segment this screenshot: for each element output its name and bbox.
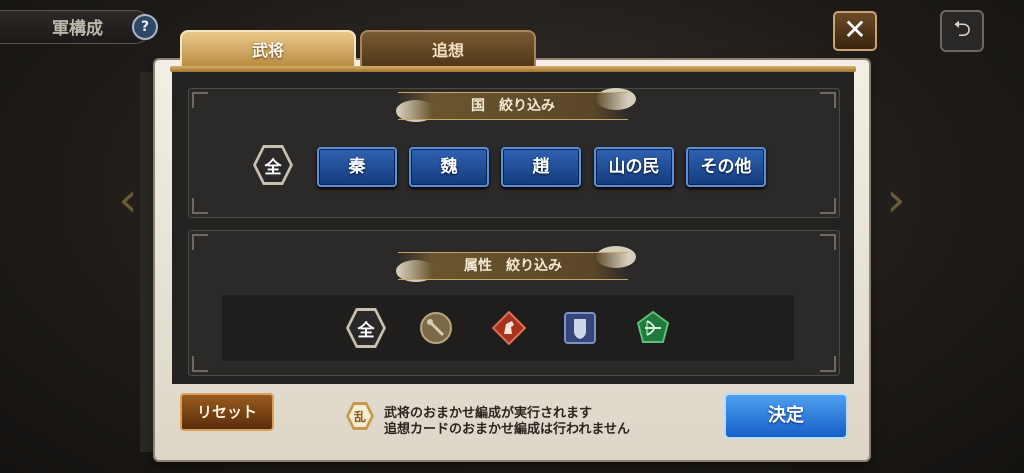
next-arrow-icon: › <box>886 172 906 228</box>
country-qin-button[interactable]: 秦 <box>317 147 397 187</box>
country-wei-button[interactable]: 魏 <box>409 147 489 187</box>
attribute-filter-heading: 属性 絞り込み <box>398 252 628 280</box>
tab-busho[interactable]: 武将 <box>180 30 356 70</box>
country-zhao-button[interactable]: 趙 <box>501 147 581 187</box>
country-filter-heading: 国 絞り込み <box>398 92 628 120</box>
background-title: 軍構成 <box>52 19 103 39</box>
tab-tsuiso[interactable]: 追想 <box>360 30 536 70</box>
cavalry-icon[interactable] <box>492 311 526 345</box>
prev-arrow-icon: ‹ <box>118 172 138 228</box>
shield-icon[interactable] <box>563 311 597 345</box>
back-icon[interactable]: ⮌ <box>940 10 984 52</box>
country-other-button[interactable]: その他 <box>686 147 766 187</box>
bow-icon[interactable] <box>636 311 670 345</box>
note-line-2: 追想カードのおまかせ編成は行われません <box>384 422 630 437</box>
close-icon[interactable]: ✕ <box>833 11 877 51</box>
spear-icon[interactable] <box>419 311 453 345</box>
confirm-button[interactable]: 決定 <box>724 393 848 439</box>
country-mountain-tribe-button[interactable]: 山の民 <box>594 147 674 187</box>
help-icon[interactable]: ? <box>132 14 158 40</box>
reset-button[interactable]: リセット <box>180 393 274 431</box>
